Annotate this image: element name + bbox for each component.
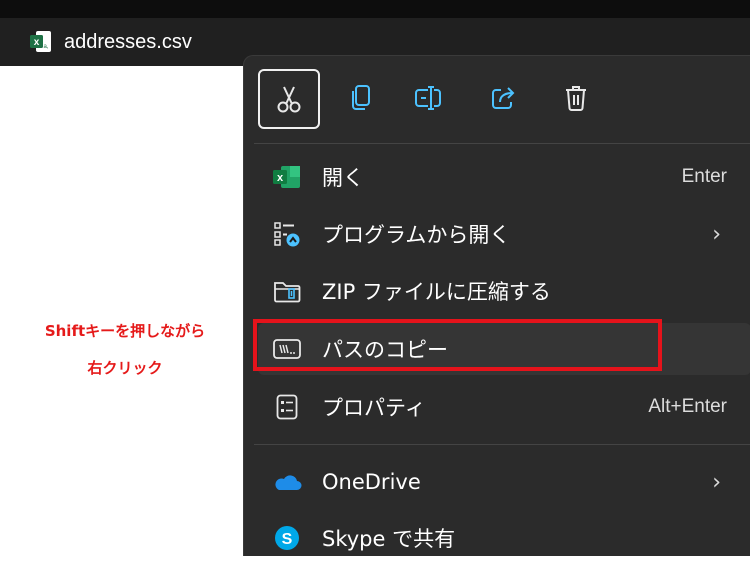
top-strip	[0, 0, 750, 18]
menu-item-label: プログラムから開く	[322, 223, 511, 247]
share-button[interactable]	[474, 69, 534, 127]
menu-item-onedrive[interactable]: OneDrive ›	[258, 456, 750, 508]
menu-item-label: プロパティ	[322, 396, 426, 420]
svg-text:S: S	[282, 531, 293, 548]
trash-icon	[566, 86, 586, 111]
rename-button[interactable]	[399, 69, 459, 127]
file-name: addresses.csv	[64, 30, 192, 53]
skype-icon: S	[272, 523, 302, 553]
annotation-line1: Shiftキーを押しながら	[44, 322, 206, 340]
svg-text:x: x	[277, 172, 284, 184]
annotation-line2: 右クリック	[87, 359, 163, 377]
chevron-right-icon: ›	[712, 221, 721, 247]
cloud-icon	[272, 467, 302, 497]
rename-icon	[415, 85, 441, 111]
excel-icon: x	[272, 162, 302, 192]
menu-separator	[254, 444, 750, 445]
excel-csv-icon: x a,	[30, 30, 52, 54]
chevron-right-icon: ›	[712, 469, 721, 495]
menu-item-label: 開く	[322, 166, 364, 190]
menu-item-label: OneDrive	[322, 470, 421, 494]
copy-button[interactable]	[331, 69, 391, 127]
highlight-box	[253, 319, 662, 371]
menu-separator	[254, 143, 750, 144]
menu-item-label: ZIP ファイルに圧縮する	[322, 280, 551, 304]
scissors-icon	[277, 86, 301, 113]
menu-item-compress-zip[interactable]: ZIP ファイルに圧縮する	[258, 265, 750, 317]
menu-item-shortcut: Enter	[681, 166, 727, 187]
menu-item-skype[interactable]: S Skype で共有	[258, 512, 750, 564]
delete-button[interactable]	[546, 69, 606, 127]
cut-button[interactable]	[258, 69, 320, 129]
menu-item-open[interactable]: x 開く Enter	[258, 151, 750, 203]
menu-item-shortcut: Alt+Enter	[648, 396, 727, 417]
context-menu: x 開く Enter プログラムから開く › ZIP ファイルに圧縮する パスの…	[243, 55, 750, 556]
zip-folder-icon	[272, 276, 302, 306]
svg-text:x: x	[34, 37, 40, 48]
share-icon	[492, 87, 515, 109]
menu-item-open-with[interactable]: プログラムから開く ›	[258, 208, 750, 260]
open-with-icon	[272, 219, 302, 249]
svg-text:a,: a,	[43, 44, 48, 50]
quick-actions-bar	[244, 56, 750, 143]
menu-item-label: Skype で共有	[322, 527, 456, 551]
properties-icon	[272, 392, 302, 422]
copy-icon	[352, 85, 370, 110]
menu-item-properties[interactable]: プロパティ Alt+Enter	[258, 381, 750, 433]
